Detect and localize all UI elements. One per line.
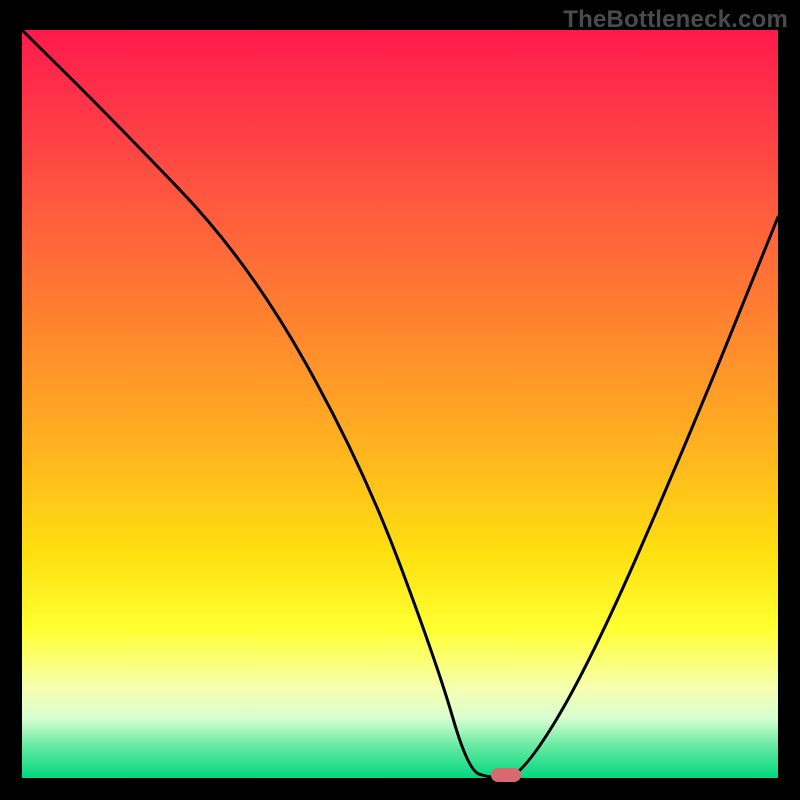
bottleneck-curve <box>22 30 778 778</box>
optimal-point-marker <box>491 768 521 782</box>
chart-frame: TheBottleneck.com <box>0 0 800 800</box>
curve-path <box>22 30 778 778</box>
plot-container <box>22 30 778 778</box>
watermark-text: TheBottleneck.com <box>563 6 788 34</box>
